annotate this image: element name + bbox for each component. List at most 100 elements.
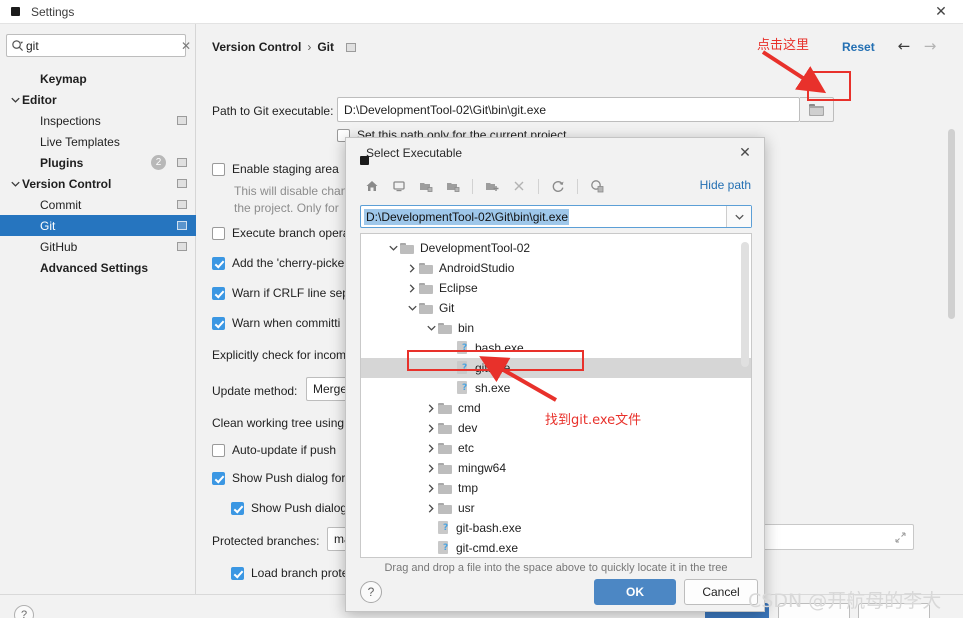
breadcrumb-separator: ›	[307, 40, 312, 54]
file-icon: ?	[457, 341, 470, 355]
file-tree-label: bin	[458, 321, 475, 335]
file-tree-label: git-cmd.exe	[456, 541, 519, 555]
expand-icon[interactable]	[895, 532, 906, 543]
browse-folder-button[interactable]	[800, 97, 834, 122]
show-push-dialog-sub-row[interactable]: Show Push dialog	[231, 501, 347, 515]
load-branch-protection-row[interactable]: Load branch prote	[231, 566, 348, 580]
chevron-right-icon[interactable]	[424, 503, 438, 513]
cherry-pick-row[interactable]: Add the 'cherry-picke	[212, 256, 344, 270]
chevron-down-icon[interactable]	[424, 325, 438, 331]
show-push-dialog-checkbox[interactable]	[212, 471, 225, 485]
file-tree-row[interactable]: bin	[361, 318, 751, 338]
cherry-pick-checkbox[interactable]	[212, 256, 225, 270]
enable-staging-label: Enable staging area	[232, 162, 339, 176]
chevron-down-icon[interactable]	[405, 305, 419, 311]
chevron-right-icon[interactable]	[424, 483, 438, 493]
dialog-path-value: D:\DevelopmentTool-02\Git\bin\git.exe	[364, 208, 570, 225]
warn-committing-checkbox[interactable]	[212, 316, 225, 330]
auto-update-push-row[interactable]: Auto-update if push	[212, 443, 336, 457]
clear-search-icon[interactable]: ✕	[181, 39, 191, 53]
search-input[interactable]	[26, 38, 181, 53]
enable-staging-checkbox[interactable]	[212, 162, 225, 176]
sidebar-item-git[interactable]: Git	[0, 215, 196, 236]
dialog-help-icon[interactable]: ?	[360, 581, 382, 603]
folder-icon	[438, 482, 452, 494]
file-tree-row[interactable]: mingw64	[361, 458, 751, 478]
file-tree-row[interactable]: ? git-cmd.exe	[361, 538, 751, 557]
nav-forward-icon[interactable]: →	[920, 36, 940, 56]
chevron-down-icon[interactable]	[8, 181, 22, 187]
warn-committing-row[interactable]: Warn when committi	[212, 316, 340, 330]
dialog-ok-button[interactable]: OK	[594, 579, 676, 605]
reset-button[interactable]: Reset	[842, 40, 875, 54]
sidebar-item-editor[interactable]: Editor	[0, 89, 196, 110]
sidebar-item-live-templates[interactable]: Live Templates	[0, 131, 196, 152]
breadcrumb-parent[interactable]: Version Control	[212, 40, 301, 54]
close-icon[interactable]: ✕	[919, 0, 963, 24]
show-hidden-icon[interactable]	[585, 175, 609, 197]
chevron-down-icon[interactable]	[386, 245, 400, 251]
file-tree-scrollbar[interactable]	[741, 242, 749, 552]
file-tree-row[interactable]: ? bash.exe	[361, 338, 751, 358]
dialog-path-input[interactable]: D:\DevelopmentTool-02\Git\bin\git.exe	[360, 205, 752, 228]
file-tree-row[interactable]: DevelopmentTool-02	[361, 238, 751, 258]
folder-icon	[438, 422, 452, 434]
modified-marker-icon	[177, 179, 187, 188]
search-box[interactable]: ✕	[6, 34, 191, 57]
file-tree-row[interactable]: tmp	[361, 478, 751, 498]
show-push-dialog-row[interactable]: Show Push dialog for	[212, 471, 345, 485]
file-tree-row[interactable]: ? git-bash.exe	[361, 518, 751, 538]
sidebar-item-inspections[interactable]: Inspections	[0, 110, 196, 131]
chevron-right-icon[interactable]	[405, 283, 419, 293]
home-icon[interactable]	[360, 175, 384, 197]
module-folder-icon[interactable]	[441, 175, 465, 197]
chevron-right-icon[interactable]	[424, 403, 438, 413]
sidebar-item-version-control[interactable]: Version Control	[0, 173, 196, 194]
file-tree-row[interactable]: ? git.exe	[361, 358, 751, 378]
chevron-right-icon[interactable]	[424, 423, 438, 433]
sidebar-item-github[interactable]: GitHub	[0, 236, 196, 257]
file-tree-row[interactable]: usr	[361, 498, 751, 518]
new-folder-icon[interactable]	[480, 175, 504, 197]
hide-path-link[interactable]: Hide path	[700, 178, 751, 192]
chevron-right-icon[interactable]	[424, 463, 438, 473]
sidebar-item-plugins[interactable]: Plugins 2	[0, 152, 196, 173]
file-tree-row[interactable]: Git	[361, 298, 751, 318]
sidebar-item-advanced-settings[interactable]: Advanced Settings	[0, 257, 196, 278]
sidebar-item-keymap[interactable]: Keymap	[0, 68, 196, 89]
file-tree-row[interactable]: etc	[361, 438, 751, 458]
sidebar-item-label: Git	[40, 218, 56, 233]
chevron-down-icon[interactable]	[726, 206, 751, 227]
file-tree-row[interactable]: AndroidStudio	[361, 258, 751, 278]
git-path-input[interactable]: D:\DevelopmentTool-02\Git\bin\git.exe	[337, 97, 800, 122]
desktop-icon[interactable]	[387, 175, 411, 197]
load-branch-protection-checkbox[interactable]	[231, 566, 244, 580]
file-tree-row[interactable]: ? sh.exe	[361, 378, 751, 398]
toolbar-divider	[472, 178, 473, 194]
auto-update-push-checkbox[interactable]	[212, 443, 225, 457]
folder-icon	[419, 282, 433, 294]
chevron-right-icon[interactable]	[405, 263, 419, 273]
file-tree-label: Git	[439, 301, 455, 315]
sidebar-item-commit[interactable]: Commit	[0, 194, 196, 215]
intellij-logo-icon	[8, 4, 24, 20]
warn-crlf-checkbox[interactable]	[212, 286, 225, 300]
chevron-right-icon[interactable]	[424, 443, 438, 453]
file-tree[interactable]: DevelopmentTool-02 AndroidStudio Eclipse Gi…	[360, 233, 752, 558]
content-scrollbar[interactable]	[947, 129, 956, 529]
dialog-cancel-button[interactable]: Cancel	[684, 579, 758, 605]
nav-back-icon[interactable]: ←	[894, 36, 914, 56]
project-folder-icon[interactable]	[414, 175, 438, 197]
delete-icon[interactable]	[507, 175, 531, 197]
branch-pattern-input[interactable]	[750, 524, 914, 550]
chevron-down-icon[interactable]	[8, 97, 22, 103]
execute-branch-row[interactable]: Execute branch opera	[212, 226, 349, 240]
warn-crlf-row[interactable]: Warn if CRLF line sepa	[212, 286, 356, 300]
refresh-icon[interactable]	[546, 175, 570, 197]
execute-branch-checkbox[interactable]	[212, 226, 225, 240]
show-push-dialog-sub-checkbox[interactable]	[231, 501, 244, 515]
enable-staging-row[interactable]: Enable staging area	[212, 162, 339, 176]
file-tree-row[interactable]: Eclipse	[361, 278, 751, 298]
dialog-close-icon[interactable]: ✕	[734, 142, 756, 164]
help-icon[interactable]: ?	[14, 605, 34, 618]
